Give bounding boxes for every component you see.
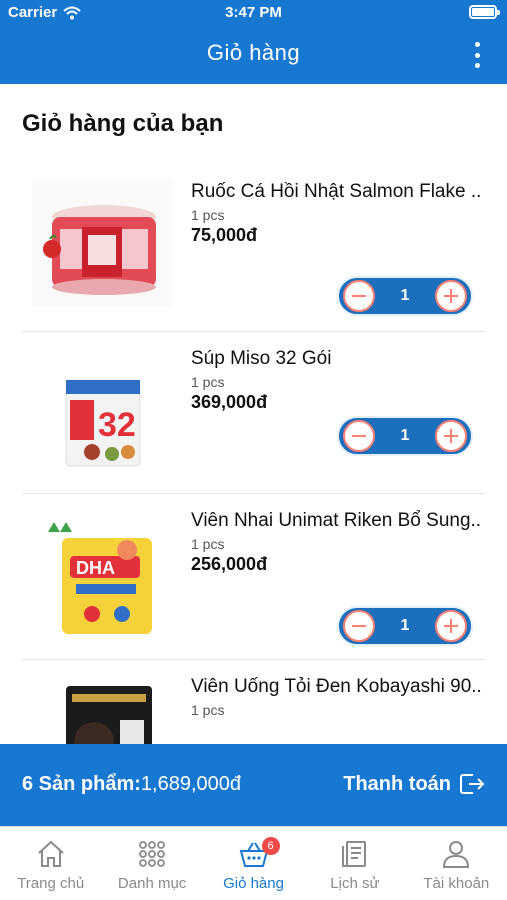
product-image-dha-chewable: DHA: [32, 506, 172, 636]
checkout-button[interactable]: Thanh toán: [343, 772, 485, 796]
cart-summary-bar: 6 Sản phẩm:1,689,000đ Thanh toán: [0, 744, 507, 826]
battery-icon: [469, 5, 500, 19]
cart-item[interactable]: DHA Viên Nhai Unimat Riken Bổ Sung.. 1 p…: [22, 494, 485, 660]
item-name[interactable]: Viên Nhai Unimat Riken Bổ Sung..: [191, 508, 491, 534]
tab-cart[interactable]: 6 Giỏ hàng: [203, 827, 304, 900]
tab-label: Lịch sử: [330, 875, 380, 892]
increment-button[interactable]: [435, 280, 467, 312]
product-count-label: 6 Sản phẩm:: [22, 773, 141, 795]
exit-arrow-icon: [460, 774, 485, 794]
item-info: Ruốc Cá Hồi Nhật Salmon Flake .. 1 pcs 7…: [191, 179, 491, 246]
tab-history[interactable]: Lịch sử: [304, 827, 405, 900]
quantity-value: 1: [400, 287, 410, 304]
tab-home[interactable]: Trang chủ: [0, 827, 101, 900]
cart-item[interactable]: 32 Súp Miso 32 Gói 1 pcs 369,000đ 1: [22, 332, 485, 494]
item-unit: 1 pcs: [191, 702, 225, 718]
page-title: Giỏ hàng của bạn: [22, 110, 224, 137]
cart-item[interactable]: Ruốc Cá Hồi Nhật Salmon Flake .. 1 pcs 7…: [22, 165, 485, 332]
quantity-stepper[interactable]: 1: [337, 606, 473, 646]
item-name[interactable]: Ruốc Cá Hồi Nhật Salmon Flake ..: [191, 179, 491, 205]
item-unit: 1 pcs: [191, 536, 225, 552]
quantity-value: 1: [400, 427, 410, 444]
more-options-icon[interactable]: [467, 40, 487, 70]
quantity-stepper[interactable]: 1: [337, 416, 473, 456]
header: Carrier 3:47 PM Giỏ hàng: [0, 0, 507, 84]
status-bar: Carrier 3:47 PM: [0, 0, 507, 26]
increment-button[interactable]: [435, 420, 467, 452]
cart-list[interactable]: Ruốc Cá Hồi Nhật Salmon Flake .. 1 pcs 7…: [0, 165, 507, 745]
decrement-button[interactable]: [343, 420, 375, 452]
item-name[interactable]: Súp Miso 32 Gói: [191, 346, 491, 372]
tab-label: Trang chủ: [17, 875, 85, 892]
cart-screen: Carrier 3:47 PM Giỏ hàng Giỏ hàng của bạ…: [0, 0, 507, 900]
item-price: 75,000đ: [191, 225, 258, 245]
item-unit: 1 pcs: [191, 374, 225, 390]
history-icon: [341, 841, 366, 867]
tab-account[interactable]: Tài khoản: [406, 827, 507, 900]
item-info: Viên Uống Tỏi Đen Kobayashi 90.. 1 pcs: [191, 674, 491, 718]
increment-button[interactable]: [435, 610, 467, 642]
clock: 3:47 PM: [225, 4, 282, 21]
product-image-salmon-flake: [32, 177, 172, 307]
quantity-value: 1: [400, 617, 410, 634]
checkout-label: Thanh toán: [343, 772, 451, 795]
page-header-title: Giỏ hàng: [206, 40, 301, 65]
cart-total: 1,689,000đ: [140, 773, 242, 795]
decrement-button[interactable]: [343, 610, 375, 642]
decrement-button[interactable]: [343, 280, 375, 312]
cart-item[interactable]: Viên Uống Tỏi Đen Kobayashi 90.. 1 pcs: [22, 660, 485, 745]
product-image-black-garlic: [32, 672, 172, 745]
item-info: Súp Miso 32 Gói 1 pcs 369,000đ: [191, 346, 491, 413]
cart-summary: 6 Sản phẩm:1,689,000đ: [22, 773, 241, 796]
tab-label: Danh mục: [117, 875, 187, 892]
grid-icon: [139, 841, 166, 867]
home-icon: [38, 840, 64, 867]
item-price: 369,000đ: [191, 392, 268, 412]
item-name[interactable]: Viên Uống Tỏi Đen Kobayashi 90..: [191, 674, 491, 700]
cart-count-badge: 6: [261, 837, 280, 855]
tab-label: Tài khoản: [423, 875, 490, 892]
svg-text:DHA: DHA: [76, 558, 115, 578]
bottom-tab-bar: Trang chủ Danh mục 6 Giỏ hàng Lịch sử Tà…: [0, 826, 507, 900]
tab-categories[interactable]: Danh mục: [101, 827, 202, 900]
item-info: Viên Nhai Unimat Riken Bổ Sung.. 1 pcs 2…: [191, 508, 491, 575]
product-image-miso-soup: 32: [32, 344, 172, 474]
user-icon: [443, 841, 470, 868]
item-unit: 1 pcs: [191, 207, 225, 223]
quantity-stepper[interactable]: 1: [337, 276, 473, 316]
tab-label: Giỏ hàng: [223, 875, 284, 892]
svg-text:32: 32: [98, 406, 136, 444]
item-price: 256,000đ: [191, 554, 268, 574]
